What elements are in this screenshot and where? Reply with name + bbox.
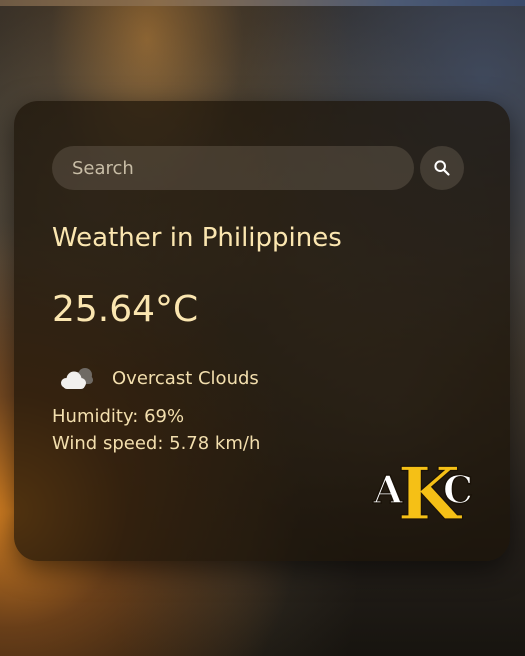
akc-logo: K A C bbox=[372, 453, 474, 525]
svg-text:A: A bbox=[372, 467, 403, 512]
humidity-label: Humidity: 69% bbox=[52, 406, 185, 427]
weather-condition: Overcast Clouds bbox=[58, 363, 259, 393]
condition-label: Overcast Clouds bbox=[112, 367, 259, 389]
weather-card: Weather in Philippines 25.64°C Overcast … bbox=[14, 101, 510, 561]
overcast-clouds-icon bbox=[61, 368, 93, 389]
search-icon bbox=[434, 160, 450, 176]
weather-details: Humidity: 69% Wind speed: 5.78 km/h bbox=[52, 403, 260, 457]
search-button[interactable] bbox=[420, 146, 464, 190]
search-input[interactable] bbox=[52, 146, 414, 190]
svg-text:C: C bbox=[443, 467, 473, 512]
background-top-edge bbox=[0, 0, 525, 6]
location-title: Weather in Philippines bbox=[52, 223, 342, 253]
search-bar bbox=[52, 146, 464, 190]
wind-speed-label: Wind speed: 5.78 km/h bbox=[52, 433, 261, 454]
temperature-value: 25.64°C bbox=[52, 289, 199, 330]
